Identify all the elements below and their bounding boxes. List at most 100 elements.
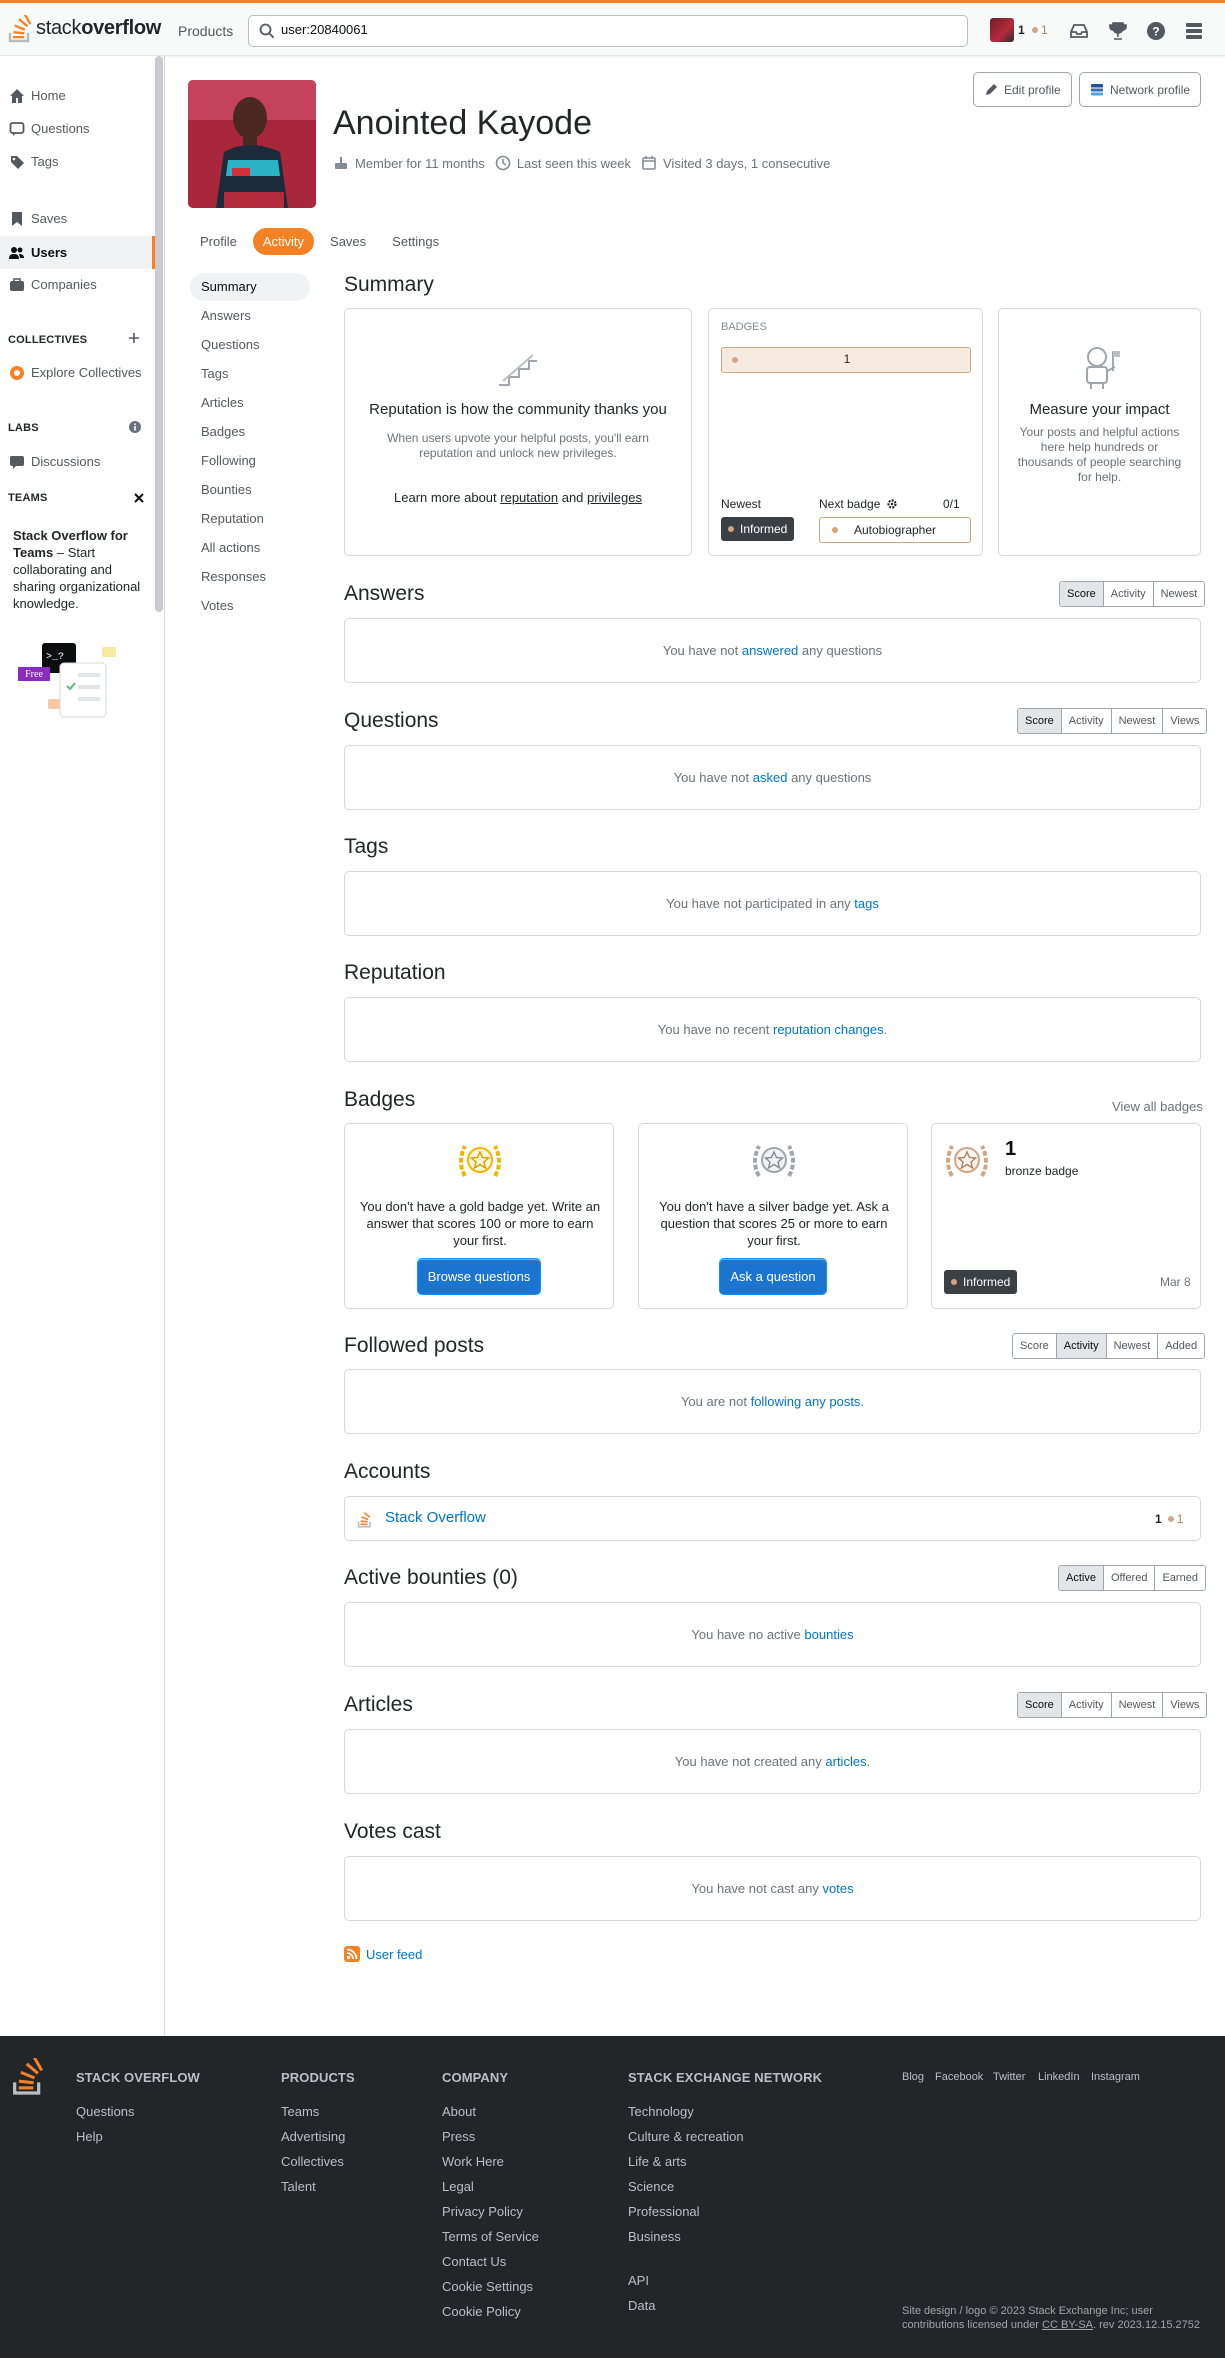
site-switcher-icon[interactable] xyxy=(1183,20,1205,42)
tab-saves[interactable]: Saves xyxy=(320,228,376,255)
logo-wordmark[interactable]: stackoverflow xyxy=(36,17,161,40)
activity-menu-questions[interactable]: Questions xyxy=(190,331,310,359)
filter-score[interactable]: Score xyxy=(1018,709,1062,733)
footer-logo-icon[interactable] xyxy=(12,2058,44,2096)
activity-menu-votes[interactable]: Votes xyxy=(190,592,310,620)
footer-link[interactable]: Technology xyxy=(628,2104,694,2119)
user-feed-link[interactable]: User feed xyxy=(344,1946,422,1962)
browse-questions-button[interactable]: Browse questions xyxy=(417,1258,541,1295)
votes-link[interactable]: votes xyxy=(823,1881,854,1896)
privileges-link[interactable]: privileges xyxy=(587,490,642,505)
filter-newest[interactable]: Newest xyxy=(1111,1693,1164,1717)
footer-social-twitter[interactable]: Twitter xyxy=(993,2071,1025,2083)
footer-link[interactable]: Privacy Policy xyxy=(442,2204,523,2219)
sidebar-item-home[interactable]: Home xyxy=(0,79,155,112)
filter-score[interactable]: Score xyxy=(1013,1334,1057,1358)
gear-icon[interactable] xyxy=(886,498,898,510)
search-input[interactable] xyxy=(281,22,881,37)
stack-overflow-logo-icon[interactable] xyxy=(8,15,32,43)
sidebar-item-saves[interactable]: Saves xyxy=(0,202,155,235)
footer-link[interactable]: Data xyxy=(628,2298,655,2313)
filter-added[interactable]: Added xyxy=(1158,1334,1205,1358)
footer-heading-products[interactable]: PRODUCTS xyxy=(281,2070,355,2085)
filter-views[interactable]: Views xyxy=(1163,709,1207,733)
reputation-changes-link[interactable]: reputation changes xyxy=(773,1022,884,1037)
sidebar-item-questions[interactable]: Questions xyxy=(0,112,155,145)
filter-score[interactable]: Score xyxy=(1018,1693,1062,1717)
footer-social-linkedin[interactable]: LinkedIn xyxy=(1038,2071,1080,2083)
footer-link[interactable]: Help xyxy=(76,2129,103,2144)
activity-menu-all-actions[interactable]: All actions xyxy=(190,534,310,562)
inbox-icon[interactable] xyxy=(1068,20,1090,42)
tab-activity[interactable]: Activity xyxy=(252,227,315,255)
add-collective-icon[interactable] xyxy=(128,332,140,344)
sidebar-item-users[interactable]: Users xyxy=(0,236,155,269)
close-icon[interactable] xyxy=(133,492,145,504)
footer-social-facebook[interactable]: Facebook xyxy=(935,2071,983,2083)
footer-link[interactable]: Cookie Policy xyxy=(442,2304,521,2319)
footer-heading-network[interactable]: STACK EXCHANGE NETWORK xyxy=(628,2070,822,2085)
sidebar-item-tags[interactable]: Tags xyxy=(0,145,155,178)
footer-link[interactable]: Cookie Settings xyxy=(442,2279,533,2294)
footer-link[interactable]: Business xyxy=(628,2229,681,2244)
filter-views[interactable]: Views xyxy=(1163,1693,1207,1717)
asked-link[interactable]: asked xyxy=(753,770,788,785)
informed-badge[interactable]: Informed xyxy=(944,1270,1018,1294)
following-posts-link[interactable]: following any posts xyxy=(751,1394,861,1409)
footer-link[interactable]: Teams xyxy=(281,2104,319,2119)
view-all-badges-link[interactable]: View all badges xyxy=(1112,1099,1203,1114)
footer-link[interactable]: Questions xyxy=(76,2104,135,2119)
footer-link[interactable]: API xyxy=(628,2273,649,2288)
newest-badge[interactable]: Informed xyxy=(721,517,795,541)
search-box[interactable] xyxy=(248,15,968,47)
sidebar-item-discussions[interactable]: Discussions xyxy=(0,445,155,478)
network-profile-button[interactable]: Network profile xyxy=(1079,72,1202,107)
footer-link[interactable]: Advertising xyxy=(281,2129,345,2144)
activity-menu-tags[interactable]: Tags xyxy=(190,360,310,388)
filter-activity[interactable]: Activity xyxy=(1061,1693,1112,1717)
footer-social-blog[interactable]: Blog xyxy=(902,2071,924,2083)
footer-social-instagram[interactable]: Instagram xyxy=(1091,2071,1140,2083)
filter-offered[interactable]: Offered xyxy=(1103,1566,1156,1590)
tags-link[interactable]: tags xyxy=(854,896,879,911)
filter-activity[interactable]: Activity xyxy=(1103,582,1154,606)
filter-activity[interactable]: Activity xyxy=(1061,709,1112,733)
articles-link[interactable]: articles xyxy=(825,1754,866,1769)
footer-link[interactable]: Culture & recreation xyxy=(628,2129,744,2144)
footer-link[interactable]: Work Here xyxy=(442,2154,504,2169)
user-feed-label[interactable]: User feed xyxy=(366,1947,422,1962)
reputation-link[interactable]: reputation xyxy=(500,490,558,505)
activity-menu-responses[interactable]: Responses xyxy=(190,563,310,591)
footer-heading-company[interactable]: COMPANY xyxy=(442,2070,508,2085)
help-icon[interactable]: ? xyxy=(1145,20,1167,42)
next-badge[interactable]: Autobiographer xyxy=(819,517,971,543)
answered-link[interactable]: answered xyxy=(742,643,798,658)
sidebar-item-explore-collectives[interactable]: Explore Collectives xyxy=(0,356,155,389)
user-avatar-small[interactable] xyxy=(990,18,1014,42)
bounties-link[interactable]: bounties xyxy=(804,1627,853,1642)
filter-newest[interactable]: Newest xyxy=(1111,709,1164,733)
footer-link[interactable]: Professional xyxy=(628,2204,700,2219)
activity-menu-summary[interactable]: Summary xyxy=(190,273,310,301)
footer-link[interactable]: Collectives xyxy=(281,2154,344,2169)
filter-active[interactable]: Active xyxy=(1059,1566,1104,1590)
footer-link[interactable]: Science xyxy=(628,2179,674,2194)
footer-link[interactable]: Legal xyxy=(442,2179,474,2194)
stack-overflow-account-link[interactable]: Stack Overflow xyxy=(385,1509,486,1526)
footer-link[interactable]: Press xyxy=(442,2129,475,2144)
cc-by-sa-link[interactable]: CC BY-SA xyxy=(1042,2319,1093,2331)
activity-menu-answers[interactable]: Answers xyxy=(190,302,310,330)
bronze-total-bar[interactable]: 1 xyxy=(721,347,971,373)
footer-link[interactable]: Terms of Service xyxy=(442,2229,539,2244)
filter-activity[interactable]: Activity xyxy=(1056,1334,1107,1358)
tab-settings[interactable]: Settings xyxy=(382,228,449,255)
activity-menu-reputation[interactable]: Reputation xyxy=(190,505,310,533)
ask-question-button[interactable]: Ask a question xyxy=(719,1258,827,1295)
footer-link[interactable]: Talent xyxy=(281,2179,316,2194)
footer-link[interactable]: Contact Us xyxy=(442,2254,506,2269)
activity-menu-following[interactable]: Following xyxy=(190,447,310,475)
activity-menu-badges[interactable]: Badges xyxy=(190,418,310,446)
filter-newest[interactable]: Newest xyxy=(1153,582,1205,606)
filter-earned[interactable]: Earned xyxy=(1155,1566,1205,1590)
sidebar-scrollbar[interactable] xyxy=(155,56,163,612)
